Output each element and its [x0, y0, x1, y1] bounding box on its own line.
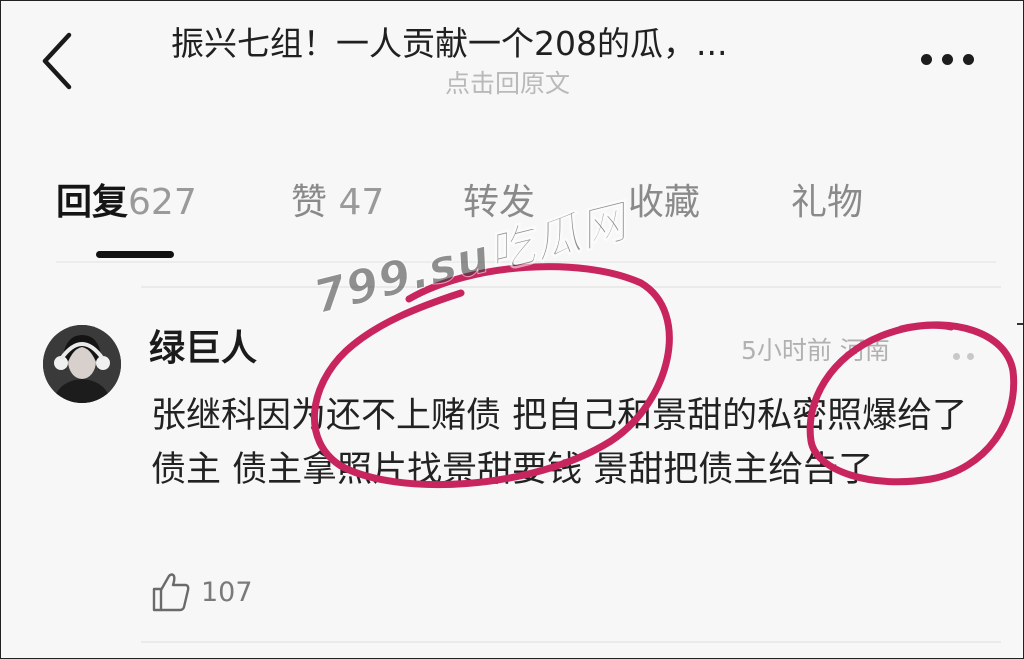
back-button[interactable]	[37, 31, 87, 91]
comment-text: 张继科因为还不上赌债 把自己和景甜的私密照爆给了债主 债主拿照片找景甜要钱 景甜…	[151, 396, 968, 490]
tab-label: 礼物	[791, 182, 864, 223]
like-button[interactable]: 107	[151, 569, 253, 615]
avatar[interactable]	[43, 325, 121, 403]
like-count: 107	[201, 576, 253, 608]
active-tab-indicator	[96, 251, 174, 258]
tab-label: 回复	[56, 182, 129, 223]
thumbs-up-icon	[152, 573, 190, 612]
comment-meta: 5小时前 河南	[741, 336, 890, 365]
comment-more-button[interactable]	[953, 345, 1003, 360]
tab-replies[interactable]: 回复627	[56, 179, 197, 227]
tab-label: 赞	[291, 182, 328, 223]
chevron-left-icon	[42, 32, 72, 90]
tab-label: 收藏	[628, 182, 701, 223]
tab-gifts[interactable]: 礼物	[791, 179, 863, 227]
more-options-button[interactable]	[921, 45, 991, 75]
user-avatar-image	[43, 325, 121, 403]
tab-count: 47	[338, 182, 385, 223]
more-dot	[942, 54, 953, 65]
tab-count: 627	[128, 182, 197, 223]
more-dot	[967, 353, 974, 360]
more-horizontal-icon	[921, 54, 932, 65]
app-window: 振兴七组！一人贡献一个208的瓜，... 点击回原文 回复627 赞 47 转发…	[0, 0, 1024, 659]
comment-username[interactable]: 绿巨人	[149, 326, 257, 372]
tab-likes[interactable]: 赞 47	[291, 179, 384, 227]
edge-mark	[1017, 323, 1023, 325]
comment-bottom-divider	[141, 641, 1001, 643]
comment-divider	[141, 286, 1001, 288]
page-title[interactable]: 振兴七组！一人贡献一个208的瓜，...	[171, 21, 871, 67]
more-dot	[963, 54, 974, 65]
tab-favorites[interactable]: 收藏	[628, 179, 700, 227]
back-to-original-link[interactable]: 点击回原文	[445, 67, 570, 101]
more-horizontal-icon	[953, 353, 960, 360]
